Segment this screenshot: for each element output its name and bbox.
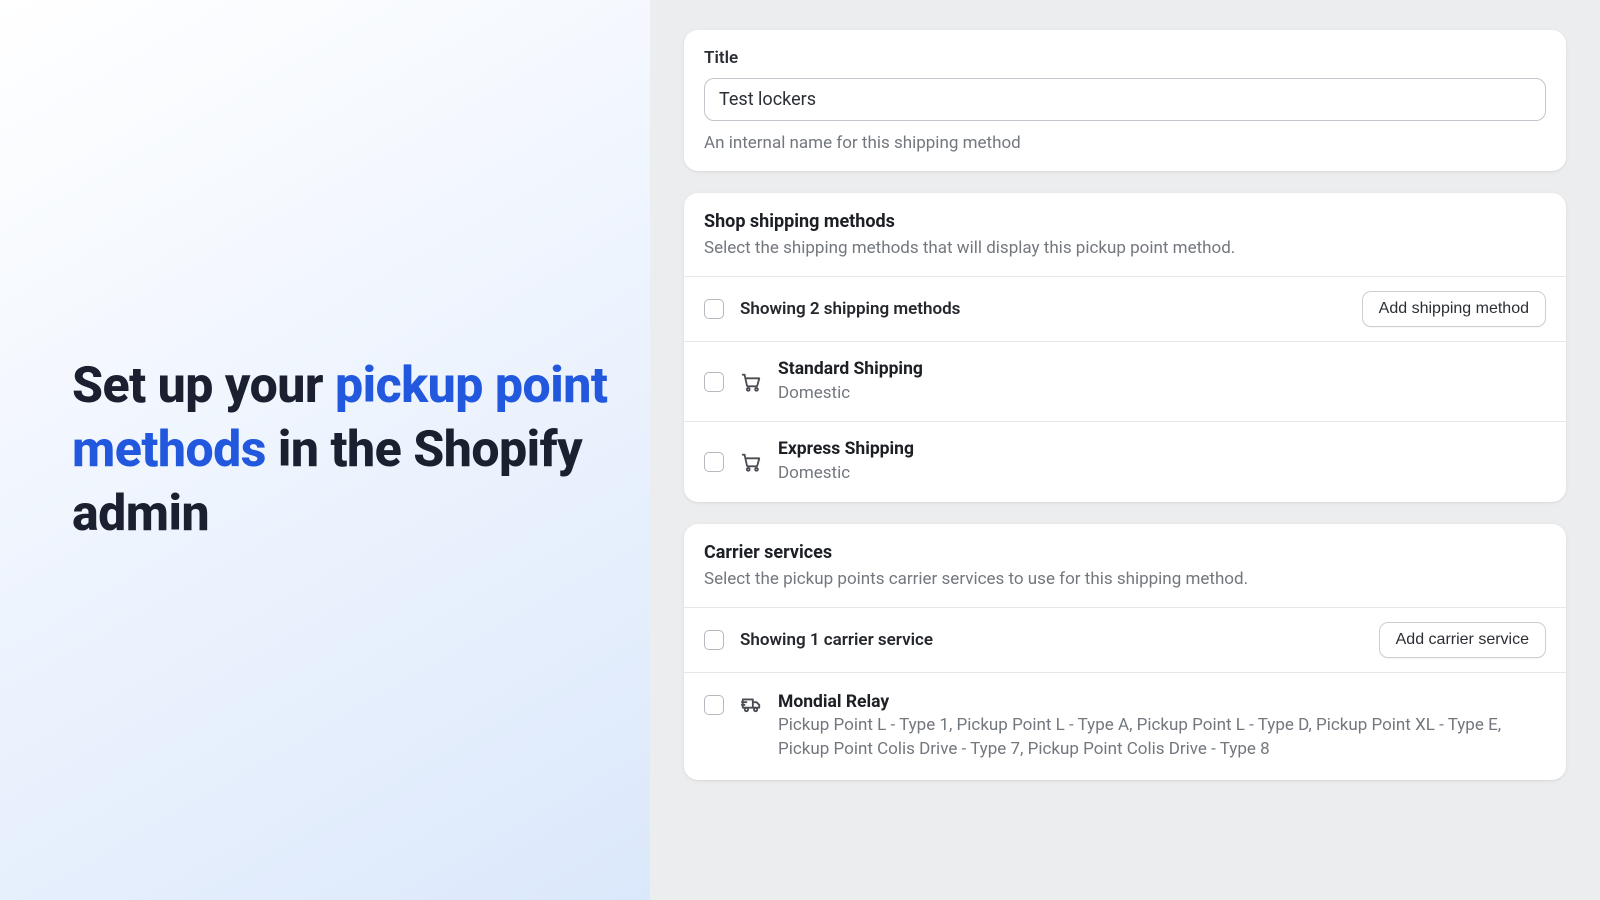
headline: Set up your pickup point methods in the … [72,354,610,546]
add-shipping-method-button[interactable]: Add shipping method [1362,291,1546,327]
carrier-services-card: Carrier services Select the pickup point… [684,524,1566,780]
shipping-row-checkbox[interactable] [704,372,724,392]
shipping-summary: Showing 2 shipping methods [740,299,960,319]
carrier-row-title: Mondial Relay [778,691,1546,715]
shipping-row: Express Shipping Domestic [684,421,1566,501]
shipping-methods-card: Shop shipping methods Select the shippin… [684,193,1566,502]
admin-panel: Title An internal name for this shipping… [650,0,1600,900]
title-card: Title An internal name for this shipping… [684,30,1566,171]
carrier-subheading: Select the pickup points carrier service… [704,569,1546,589]
marketing-panel: Set up your pickup point methods in the … [0,0,650,900]
cart-icon [740,371,762,393]
title-help: An internal name for this shipping metho… [704,133,1546,153]
cart-icon [740,451,762,473]
carrier-select-all-checkbox[interactable] [704,630,724,650]
title-input[interactable] [704,78,1546,121]
shipping-row-title: Standard Shipping [778,358,1546,382]
shipping-select-all-checkbox[interactable] [704,299,724,319]
headline-prefix: Set up your [72,357,335,415]
carrier-row-detail: Pickup Point L - Type 1, Pickup Point L … [778,714,1546,762]
shipping-row-sub: Domestic [778,462,1546,486]
title-label: Title [704,48,1546,68]
shipping-row-sub: Domestic [778,382,1546,406]
shipping-row: Standard Shipping Domestic [684,341,1566,421]
shipping-row-title: Express Shipping [778,438,1546,462]
truck-icon [740,693,762,715]
shipping-heading: Shop shipping methods [704,211,1546,232]
carrier-summary: Showing 1 carrier service [740,630,933,650]
carrier-row: Mondial Relay Pickup Point L - Type 1, P… [684,672,1566,780]
shipping-row-checkbox[interactable] [704,452,724,472]
carrier-row-checkbox[interactable] [704,695,724,715]
carrier-heading: Carrier services [704,542,1546,563]
shipping-subheading: Select the shipping methods that will di… [704,238,1546,258]
add-carrier-service-button[interactable]: Add carrier service [1379,622,1546,658]
